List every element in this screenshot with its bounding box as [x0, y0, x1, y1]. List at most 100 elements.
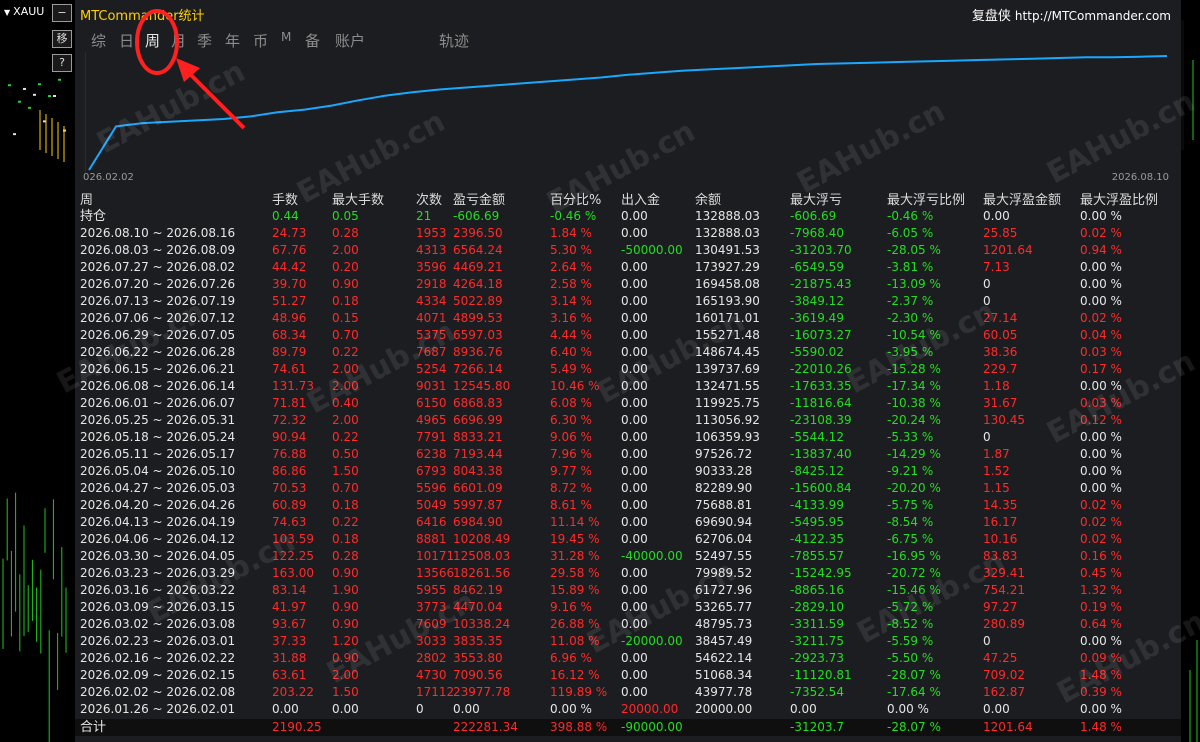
table-row[interactable]: 2026.02.23 ~ 2026.03.01 37.33 1.20 3033 3835… [75, 633, 1181, 650]
cell-count: 4071 [416, 311, 447, 325]
table-row[interactable]: 2026.06.15 ~ 2026.06.21 74.61 2.00 5254 7266… [75, 361, 1181, 378]
tab-5[interactable]: 季 [197, 30, 212, 51]
tab-8[interactable]: M [281, 30, 291, 44]
column-header[interactable]: 手数 [272, 192, 298, 209]
table-row[interactable]: 2026.05.04 ~ 2026.05.10 86.86 1.50 6793 8043… [75, 463, 1181, 480]
column-header[interactable]: 周 [80, 192, 93, 209]
table-row[interactable]: 2026.02.16 ~ 2026.02.22 31.88 0.90 2802 3553… [75, 650, 1181, 667]
cell-lots: 39.70 [272, 277, 307, 291]
cell-flow: 0.00 [621, 413, 648, 427]
table-row[interactable]: 2026.03.30 ~ 2026.04.05 122.25 0.28 10171 12… [75, 548, 1181, 565]
move-button[interactable]: 移 [52, 30, 72, 48]
table-row[interactable]: 2026.04.20 ~ 2026.04.26 60.89 0.18 5049 5997… [75, 497, 1181, 514]
cell-pct: 6.96 % [550, 651, 592, 665]
table-row[interactable]: 2026.06.29 ~ 2026.07.05 68.34 0.70 5375 6597… [75, 327, 1181, 344]
cell-max-dd-pct: -8.52 % [887, 617, 934, 631]
cell-flow: 0.00 [621, 566, 648, 580]
table-row[interactable]: 2026.06.08 ~ 2026.06.14 131.73 2.00 9031 125… [75, 378, 1181, 395]
tab-1[interactable]: 综 [91, 30, 106, 51]
cell-count: 5049 [416, 498, 447, 512]
minimize-button[interactable]: − [52, 4, 72, 22]
table-row[interactable]: 2026.07.20 ~ 2026.07.26 39.70 0.90 2918 4264… [75, 276, 1181, 293]
column-header[interactable]: 次数 [416, 192, 442, 209]
brand-url[interactable]: http://MTCommander.com [1015, 9, 1171, 23]
column-header[interactable]: 余额 [695, 192, 721, 209]
tab-11[interactable]: 轨迹 [439, 30, 469, 51]
column-header[interactable]: 最大浮盈比例 [1080, 192, 1158, 209]
column-header[interactable]: 最大浮亏比例 [887, 192, 965, 209]
cell-max-dd-pct: -2.37 % [887, 294, 934, 308]
cell-count: 4334 [416, 294, 447, 308]
table-row[interactable]: 2026.03.16 ~ 2026.03.22 83.14 1.90 5955 8462… [75, 582, 1181, 599]
column-header[interactable]: 盈亏金额 [453, 192, 505, 209]
cell-max-fp: 10.16 [983, 532, 1018, 546]
table-row[interactable]: 2026.08.03 ~ 2026.08.09 67.76 2.00 4313 6564… [75, 242, 1181, 259]
tab-2[interactable]: 日 [119, 30, 134, 51]
table-row[interactable]: 2026.07.06 ~ 2026.07.12 48.96 0.15 4071 4899… [75, 310, 1181, 327]
cell-count: 13566 [416, 566, 455, 580]
table-row[interactable]: 2026.03.09 ~ 2026.03.15 41.97 0.90 3773 4470… [75, 599, 1181, 616]
cell-lots: 63.61 [272, 668, 307, 682]
table-row[interactable]: 2026.02.09 ~ 2026.02.15 63.61 2.00 4730 7090… [75, 667, 1181, 684]
table-row[interactable]: 2026.05.25 ~ 2026.05.31 72.32 2.00 4965 6696… [75, 412, 1181, 429]
table-row[interactable]: 2026.05.11 ~ 2026.05.17 76.88 0.50 6238 7193… [75, 446, 1181, 463]
cell-balance: 106359.93 [695, 430, 760, 444]
cell-count: 21 [416, 209, 432, 223]
cell-pnl: 10208.49 [453, 532, 511, 546]
column-header[interactable]: 最大浮盈金额 [983, 192, 1061, 209]
tab-4[interactable]: 月 [171, 30, 186, 51]
cell-period: 2026.07.06 ~ 2026.07.12 [80, 311, 236, 325]
cell-period: 2026.02.09 ~ 2026.02.15 [80, 668, 236, 682]
table-row[interactable]: 2026.07.13 ~ 2026.07.19 51.27 0.18 4334 5022… [75, 293, 1181, 310]
table-row[interactable]: 2026.03.02 ~ 2026.03.08 93.67 0.90 7609 1033… [75, 616, 1181, 633]
table-row[interactable]: 2026.06.01 ~ 2026.06.07 71.81 0.40 6150 6868… [75, 395, 1181, 412]
cell-lots: 41.97 [272, 600, 307, 614]
cell-max-dd: -3211.75 [790, 634, 844, 648]
cell-max-fp: 83.83 [983, 549, 1018, 563]
cell-flow: 0.00 [621, 515, 648, 529]
cell-lots: 83.14 [272, 583, 307, 597]
table-row[interactable]: 2026.02.02 ~ 2026.02.08 203.22 1.50 17112 23… [75, 684, 1181, 701]
cell-max-lots: 2.00 [332, 243, 359, 257]
table-row[interactable]: 2026.07.27 ~ 2026.08.02 44.42 0.20 3596 4469… [75, 259, 1181, 276]
cell-flow: 0.00 [621, 498, 648, 512]
tab-3[interactable]: 周 [145, 30, 160, 51]
cell-max-fp-pct: 0.45 % [1080, 566, 1122, 580]
symbol-label[interactable]: ▼ XAUU [4, 5, 44, 18]
cell-max-dd: -3849.12 [790, 294, 844, 308]
cell-max-fp-pct: 0.19 % [1080, 600, 1122, 614]
cell-pct: 11.08 % [550, 634, 600, 648]
cell-balance: 75688.81 [695, 498, 753, 512]
cell-pct: 19.45 % [550, 532, 600, 546]
column-header[interactable]: 最大手数 [332, 192, 384, 209]
table-row[interactable]: 2026.03.23 ~ 2026.03.29 163.00 0.90 13566 18… [75, 565, 1181, 582]
column-header[interactable]: 百分比% [550, 192, 601, 209]
holding-row[interactable]: 持仓 0.44 0.05 21 -606.69 -0.46 % 0.00 132888.03 -… [75, 208, 1181, 225]
table-row[interactable]: 2026.05.18 ~ 2026.05.24 90.94 0.22 7791 8833… [75, 429, 1181, 446]
right-price-bars [1181, 20, 1198, 742]
table-row[interactable]: 2026.04.13 ~ 2026.04.19 74.63 0.22 6416 6984… [75, 514, 1181, 531]
tab-7[interactable]: 币 [253, 30, 268, 51]
table-row[interactable]: 2026.04.06 ~ 2026.04.12 103.59 0.18 8881 102… [75, 531, 1181, 548]
cell-max-dd: -22010.26 [790, 362, 852, 376]
table-row[interactable]: 2026.06.22 ~ 2026.06.28 89.79 0.22 7687 8936… [75, 344, 1181, 361]
tab-10[interactable]: 账户 [335, 30, 365, 51]
cell-count: 3773 [416, 600, 447, 614]
cell-pct: 6.30 % [550, 413, 592, 427]
cell-period: 2026.04.27 ~ 2026.05.03 [80, 481, 236, 495]
column-header[interactable]: 出入金 [621, 192, 660, 209]
cell-max-dd: -6549.59 [790, 260, 844, 274]
tab-6[interactable]: 年 [225, 30, 240, 51]
cell-lots: 89.79 [272, 345, 307, 359]
help-button[interactable]: ? [52, 54, 72, 72]
table-row[interactable]: 2026.04.27 ~ 2026.05.03 70.53 0.70 5596 6601… [75, 480, 1181, 497]
cell-count: 5254 [416, 362, 447, 376]
table-row[interactable]: 2026.08.10 ~ 2026.08.16 24.73 0.28 1953 2396… [75, 225, 1181, 242]
tab-9[interactable]: 备 [305, 30, 320, 51]
cell-max-fp: 0 [983, 277, 991, 291]
cell-lots: 74.61 [272, 362, 307, 376]
cell-count: 5375 [416, 328, 447, 342]
column-header[interactable]: 最大浮亏 [790, 192, 842, 209]
table-row[interactable]: 2026.01.26 ~ 2026.02.01 0.00 0.00 0 0.00 0.00… [75, 701, 1181, 718]
cell-max-lots: 0.90 [332, 617, 359, 631]
